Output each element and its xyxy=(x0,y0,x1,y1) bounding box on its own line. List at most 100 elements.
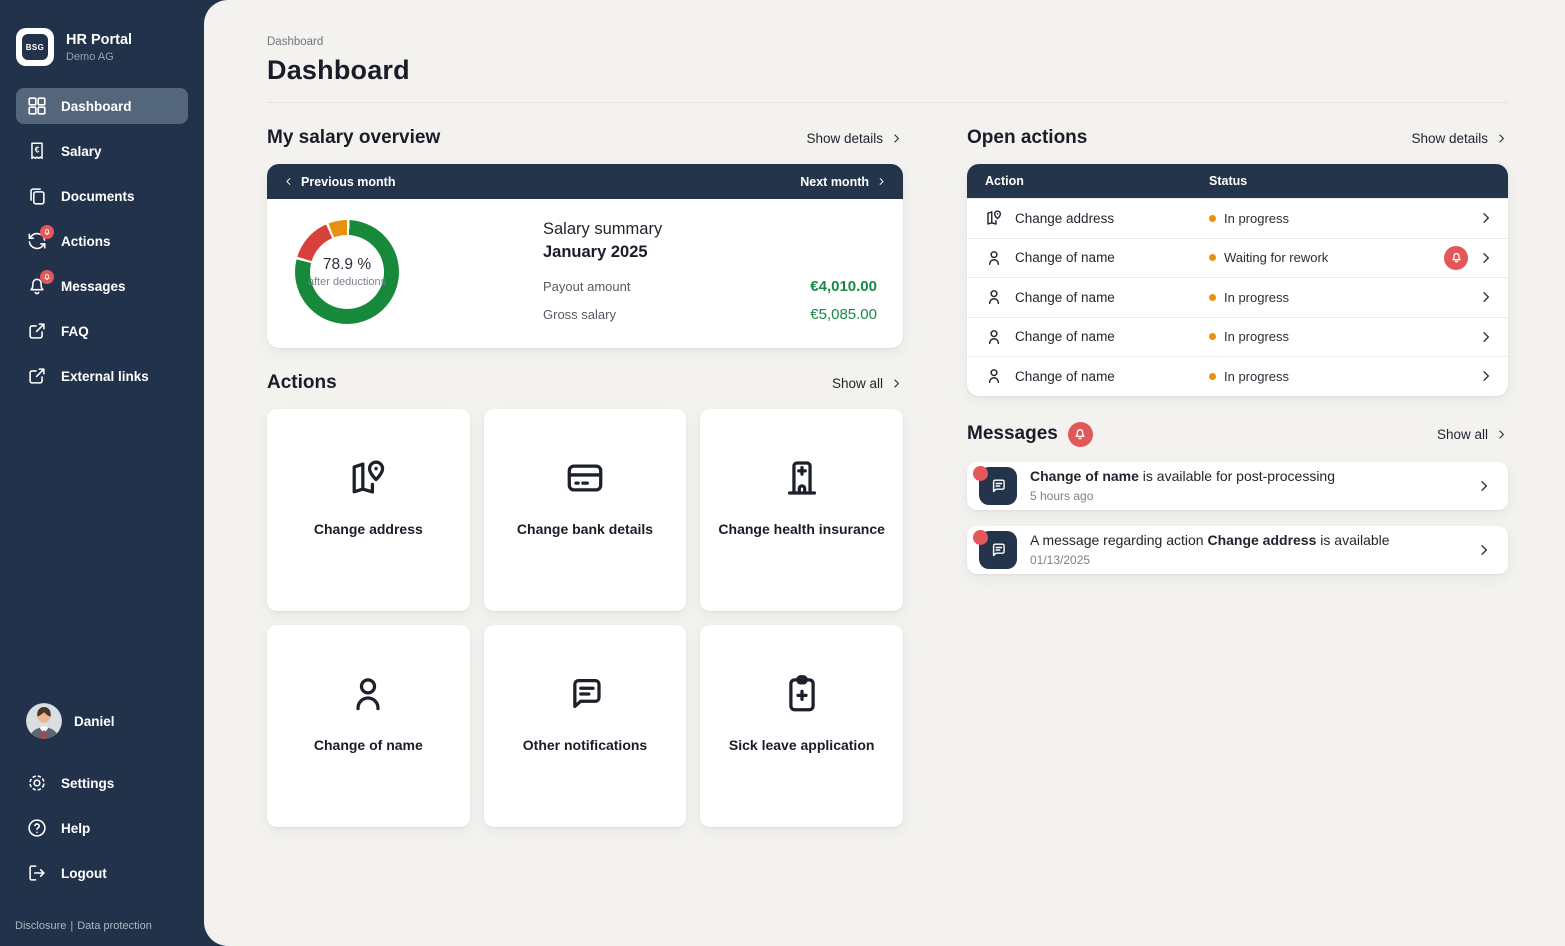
sidebar-item-settings[interactable]: Settings xyxy=(16,765,188,801)
user-name: Daniel xyxy=(74,714,115,729)
table-row[interactable]: Change of name Waiting for rework xyxy=(967,238,1508,278)
chevron-right-icon xyxy=(1478,210,1494,226)
chevron-right-icon xyxy=(890,132,903,145)
sidebar-item-label: Settings xyxy=(61,776,114,791)
person-icon xyxy=(345,671,391,717)
status-dot xyxy=(1209,254,1216,261)
chevron-right-icon xyxy=(876,176,887,187)
sidebar-item-documents[interactable]: Documents xyxy=(16,178,188,214)
gross-salary-value: €5,085.00 xyxy=(810,306,877,323)
action-card-sick-leave-application[interactable]: Sick leave application xyxy=(700,625,903,827)
sidebar-item-salary[interactable]: Salary xyxy=(16,133,188,169)
salary-donut: 78.9 % after deductions xyxy=(295,220,399,324)
salary-summary: Salary summary January 2025 Payout amoun… xyxy=(543,220,877,323)
person-icon xyxy=(984,327,1004,347)
sidebar-item-messages[interactable]: Messages xyxy=(16,268,188,304)
action-card-change-address[interactable]: Change address xyxy=(267,409,470,611)
donut-center-value: 78.9 % xyxy=(323,256,371,274)
sidebar-item-actions[interactable]: Actions xyxy=(16,223,188,259)
chevron-right-icon xyxy=(1495,132,1508,145)
message-timestamp: 01/13/2025 xyxy=(1030,553,1476,567)
notification-badge xyxy=(40,225,54,239)
table-row[interactable]: Change of name In progress xyxy=(967,277,1508,317)
sidebar-item-label: FAQ xyxy=(61,324,89,339)
next-month-button[interactable]: Next month xyxy=(800,175,887,189)
app-logo-text: BSG xyxy=(22,34,48,60)
previous-month-button[interactable]: Previous month xyxy=(283,175,395,189)
sidebar-item-label: External links xyxy=(61,369,149,384)
map-pin-icon xyxy=(984,208,1004,228)
chevron-right-icon xyxy=(1476,478,1492,494)
rework-alert-badge xyxy=(1444,246,1468,270)
donut-center-label: after deductions xyxy=(308,276,386,288)
unread-dot xyxy=(973,466,988,481)
app-brand: BSG HR Portal Demo AG xyxy=(0,0,204,88)
actions-grid: Change address Change bank details Chang… xyxy=(267,409,903,827)
action-card-change-bank-details[interactable]: Change bank details xyxy=(484,409,687,611)
salary-summary-title: Salary summary xyxy=(543,220,877,239)
right-column: Open actions Show details Action Status xyxy=(967,103,1508,827)
chevron-right-icon xyxy=(1476,542,1492,558)
payout-amount-label: Payout amount xyxy=(543,279,630,294)
app-subtitle: Demo AG xyxy=(66,51,132,63)
messages-show-all-link[interactable]: Show all xyxy=(1437,427,1508,442)
action-card-other-notifications[interactable]: Other notifications xyxy=(484,625,687,827)
chevron-left-icon xyxy=(283,176,294,187)
credit-card-icon xyxy=(562,455,608,501)
breadcrumb: Dashboard xyxy=(267,36,1508,48)
message-text: Change of name is available for post-pro… xyxy=(1030,468,1335,484)
sidebar-item-label: Help xyxy=(61,821,90,836)
gross-salary-row: Gross salary €5,085.00 xyxy=(543,306,877,323)
sidebar-item-label: Logout xyxy=(61,866,107,881)
action-card-change-of-name[interactable]: Change of name xyxy=(267,625,470,827)
sidebar-item-logout[interactable]: Logout xyxy=(16,855,188,891)
sidebar-item-label: Documents xyxy=(61,189,135,204)
avatar xyxy=(26,703,62,739)
table-row[interactable]: Change address In progress xyxy=(967,198,1508,238)
salary-card: Previous month Next month 78.9 % after d… xyxy=(267,164,903,348)
action-card-change-health-insurance[interactable]: Change health insurance xyxy=(700,409,903,611)
map-pin-icon xyxy=(345,455,391,501)
column-header-status: Status xyxy=(1209,174,1247,188)
disclosure-link[interactable]: Disclosure xyxy=(15,920,66,932)
data-protection-link[interactable]: Data protection xyxy=(77,920,152,932)
app-root: BSG HR Portal Demo AG Dashboard Salary D… xyxy=(0,0,1565,946)
legal-links: Disclosure | Data protection xyxy=(0,900,204,946)
person-icon xyxy=(984,248,1004,268)
legal-separator: | xyxy=(70,920,73,932)
status-dot xyxy=(1209,333,1216,340)
sidebar-nav: Dashboard Salary Documents Actions xyxy=(0,88,204,403)
chevron-right-icon xyxy=(1478,368,1494,384)
message-card[interactable]: A message regarding action Change addres… xyxy=(967,526,1508,574)
messages-alert-badge xyxy=(1068,422,1093,447)
chevron-right-icon xyxy=(1478,250,1494,266)
open-actions-show-details-link[interactable]: Show details xyxy=(1411,131,1508,146)
sidebar-item-external-links[interactable]: External links xyxy=(16,358,188,394)
bell-icon xyxy=(26,275,48,297)
salary-show-details-link[interactable]: Show details xyxy=(806,131,903,146)
actions-show-all-link[interactable]: Show all xyxy=(832,376,903,391)
main-content: Dashboard Dashboard My salary overview S… xyxy=(204,0,1565,946)
documents-icon xyxy=(26,185,48,207)
chevron-right-icon xyxy=(890,377,903,390)
table-row[interactable]: Change of name In progress xyxy=(967,356,1508,396)
message-card[interactable]: Change of name is available for post-pro… xyxy=(967,462,1508,510)
chat-bubble-icon xyxy=(562,671,608,717)
chevron-right-icon xyxy=(1495,428,1508,441)
sidebar-item-faq[interactable]: FAQ xyxy=(16,313,188,349)
chevron-right-icon xyxy=(1478,329,1494,345)
salary-month-bar: Previous month Next month xyxy=(267,164,903,199)
sidebar-item-help[interactable]: Help xyxy=(16,810,188,846)
messages-heading: Messages xyxy=(967,423,1058,445)
payout-amount-value: €4,010.00 xyxy=(810,278,877,295)
actions-heading: Actions xyxy=(267,372,337,394)
user-profile[interactable]: Daniel xyxy=(16,703,188,739)
sidebar-bottom: Daniel Settings Help Logout xyxy=(0,703,204,900)
payout-amount-row: Payout amount €4,010.00 xyxy=(543,278,877,295)
table-row[interactable]: Change of name In progress xyxy=(967,317,1508,357)
sidebar-item-label: Messages xyxy=(61,279,126,294)
sidebar-item-label: Actions xyxy=(61,234,111,249)
sidebar-item-dashboard[interactable]: Dashboard xyxy=(16,88,188,124)
status-dot xyxy=(1209,215,1216,222)
left-column: My salary overview Show details Previous… xyxy=(267,103,903,827)
